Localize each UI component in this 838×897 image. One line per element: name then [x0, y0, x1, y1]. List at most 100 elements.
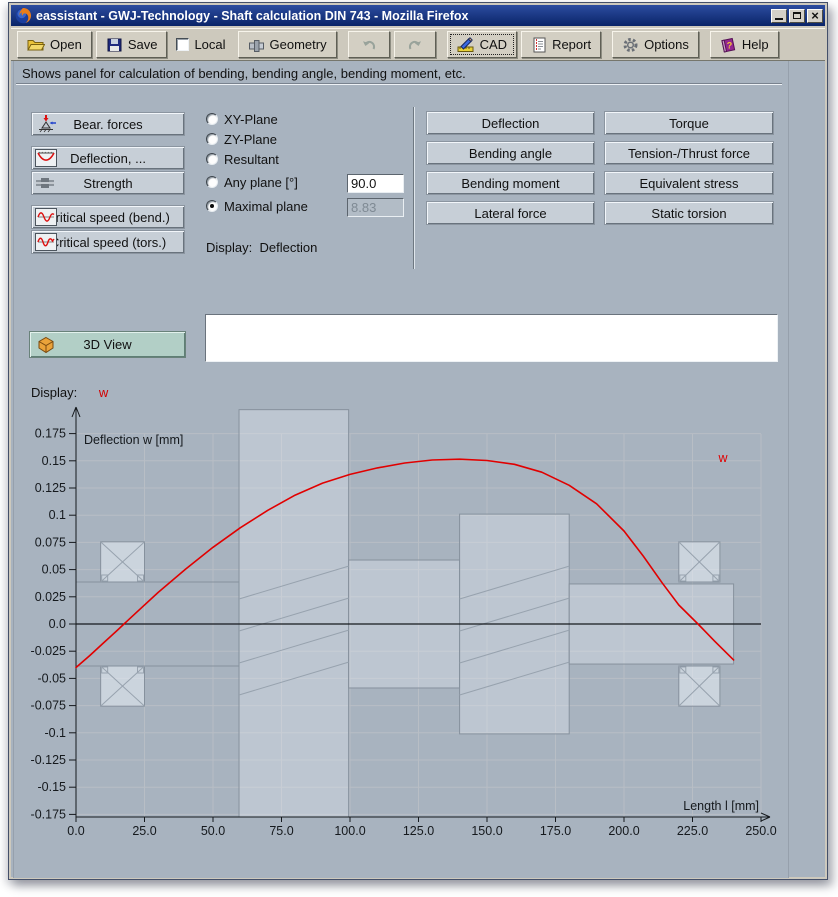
- radio-maximal-plane[interactable]: Maximal plane: [206, 198, 308, 214]
- deflection-curve-icon: [37, 151, 55, 165]
- geometry-shaft-icon: [248, 37, 265, 53]
- svg-text:0.15: 0.15: [42, 454, 66, 468]
- equivalent-stress-button[interactable]: Equivalent stress: [604, 171, 774, 195]
- svg-text:125.0: 125.0: [403, 824, 434, 838]
- cad-button[interactable]: CAD: [447, 31, 517, 58]
- radio-zy-label: ZY-Plane: [224, 132, 277, 147]
- svg-text:225.0: 225.0: [677, 824, 708, 838]
- options-button[interactable]: Options: [612, 31, 699, 58]
- lateral-force-button[interactable]: Lateral force: [426, 201, 595, 225]
- bending-angle-button[interactable]: Bending angle: [426, 141, 595, 165]
- local-checkbox[interactable]: [176, 38, 189, 51]
- svg-text:0.1: 0.1: [49, 508, 66, 522]
- radio-xy-label: XY-Plane: [224, 112, 278, 127]
- radio-xy-plane[interactable]: XY-Plane: [206, 111, 278, 127]
- bearing-support-icon: [35, 115, 57, 133]
- applet-panel: Shows panel for calculation of bending, …: [13, 61, 789, 878]
- firefox-window: eassistant - GWJ-Technology - Shaft calc…: [8, 2, 828, 880]
- radio-maximal-circle[interactable]: [206, 200, 218, 212]
- radio-maximal-label: Maximal plane: [224, 199, 308, 214]
- view-3d-button[interactable]: 3D View: [29, 331, 186, 358]
- local-label: Local: [194, 37, 225, 52]
- svg-text:50.0: 50.0: [201, 824, 225, 838]
- save-button[interactable]: Save: [96, 31, 168, 58]
- geometry-button[interactable]: Geometry: [238, 31, 337, 58]
- svg-text:-0.1: -0.1: [44, 726, 66, 740]
- radio-zy-circle[interactable]: [206, 133, 218, 145]
- bending-moment-button[interactable]: Bending moment: [426, 171, 595, 195]
- open-button[interactable]: Open: [17, 31, 92, 58]
- strength-label: Strength: [83, 176, 132, 191]
- svg-text:-0.175: -0.175: [31, 807, 66, 821]
- critical-speed-bend-icon: [37, 210, 55, 224]
- deflection-result-button[interactable]: Deflection: [426, 111, 595, 135]
- svg-text:0.175: 0.175: [35, 427, 66, 441]
- cad-label: CAD: [480, 37, 507, 52]
- deflection-panel-label: Deflection, ...: [70, 151, 146, 166]
- radio-zy-plane[interactable]: ZY-Plane: [206, 131, 277, 147]
- svg-text:0.025: 0.025: [35, 590, 66, 604]
- cube-3d-icon: [36, 336, 56, 354]
- radio-resultant[interactable]: Resultant: [206, 151, 279, 167]
- options-label: Options: [644, 37, 689, 52]
- svg-text:200.0: 200.0: [608, 824, 639, 838]
- radio-any-circle[interactable]: [206, 176, 218, 188]
- client-area: Shows panel for calculation of bending, …: [11, 61, 825, 877]
- open-label: Open: [50, 37, 82, 52]
- svg-text:100.0: 100.0: [334, 824, 365, 838]
- display-info-label: Display:: [206, 240, 252, 255]
- svg-text:-0.15: -0.15: [38, 780, 67, 794]
- bending-angle-label: Bending angle: [469, 146, 552, 161]
- radio-resultant-circle[interactable]: [206, 153, 218, 165]
- svg-text:175.0: 175.0: [540, 824, 571, 838]
- message-box: [205, 314, 778, 362]
- critical-speed-torsion-label: Critical speed (tors.): [50, 235, 166, 250]
- window-title: eassistant - GWJ-Technology - Shaft calc…: [36, 9, 771, 23]
- minimize-button[interactable]: [771, 9, 787, 23]
- critical-speed-torsion-button[interactable]: Critical speed (tors.): [31, 230, 185, 254]
- status-text: Shows panel for calculation of bending, …: [22, 66, 466, 81]
- maximize-button[interactable]: [789, 9, 805, 23]
- equivalent-stress-label: Equivalent stress: [640, 176, 739, 191]
- critical-speed-tors-icon: [37, 235, 55, 249]
- svg-text:75.0: 75.0: [269, 824, 293, 838]
- strength-button[interactable]: Strength: [31, 171, 185, 195]
- undo-button[interactable]: [348, 31, 390, 58]
- deflection-panel-button[interactable]: Deflection, ...: [31, 146, 185, 170]
- toolbar: Open Save Local Geometry: [11, 28, 825, 61]
- svg-text:250.0: 250.0: [745, 824, 776, 838]
- any-plane-input[interactable]: [347, 174, 404, 193]
- svg-text:-0.05: -0.05: [38, 671, 67, 685]
- display-info-value: Deflection: [259, 240, 317, 255]
- svg-text:0.0: 0.0: [49, 617, 66, 631]
- svg-text:150.0: 150.0: [471, 824, 502, 838]
- deflection-chart: 0.025.050.075.0100.0125.0150.0175.0200.0…: [14, 391, 788, 877]
- report-button[interactable]: Report: [521, 31, 601, 58]
- title-bar: eassistant - GWJ-Technology - Shaft calc…: [11, 5, 825, 26]
- vertical-divider: [413, 107, 415, 269]
- redo-button[interactable]: [394, 31, 436, 58]
- tension-thrust-button[interactable]: Tension-/Thrust force: [604, 141, 774, 165]
- svg-text:0.125: 0.125: [35, 481, 66, 495]
- report-label: Report: [552, 37, 591, 52]
- critical-speed-bending-label: Critical speed (bend.): [46, 210, 170, 225]
- open-folder-icon: [27, 37, 45, 52]
- svg-text:-0.075: -0.075: [31, 699, 66, 713]
- torque-button[interactable]: Torque: [604, 111, 774, 135]
- torque-label: Torque: [669, 116, 709, 131]
- strength-shaft-icon: [35, 176, 55, 190]
- radio-any-plane[interactable]: Any plane [°]: [206, 174, 298, 190]
- close-button[interactable]: ×: [807, 9, 823, 23]
- report-document-icon: [531, 37, 547, 53]
- radio-xy-circle[interactable]: [206, 113, 218, 125]
- maximal-plane-input[interactable]: [347, 198, 404, 217]
- local-checkbox-row[interactable]: Local: [176, 37, 225, 52]
- static-torsion-button[interactable]: Static torsion: [604, 201, 774, 225]
- redo-icon: [407, 38, 423, 52]
- help-button[interactable]: ? Help: [710, 31, 779, 58]
- bending-moment-label: Bending moment: [461, 176, 559, 191]
- firefox-icon: [15, 7, 32, 24]
- bear-forces-button[interactable]: Bear. forces: [31, 112, 185, 136]
- critical-speed-bending-button[interactable]: Critical speed (bend.): [31, 205, 185, 229]
- separator-line: [16, 83, 782, 85]
